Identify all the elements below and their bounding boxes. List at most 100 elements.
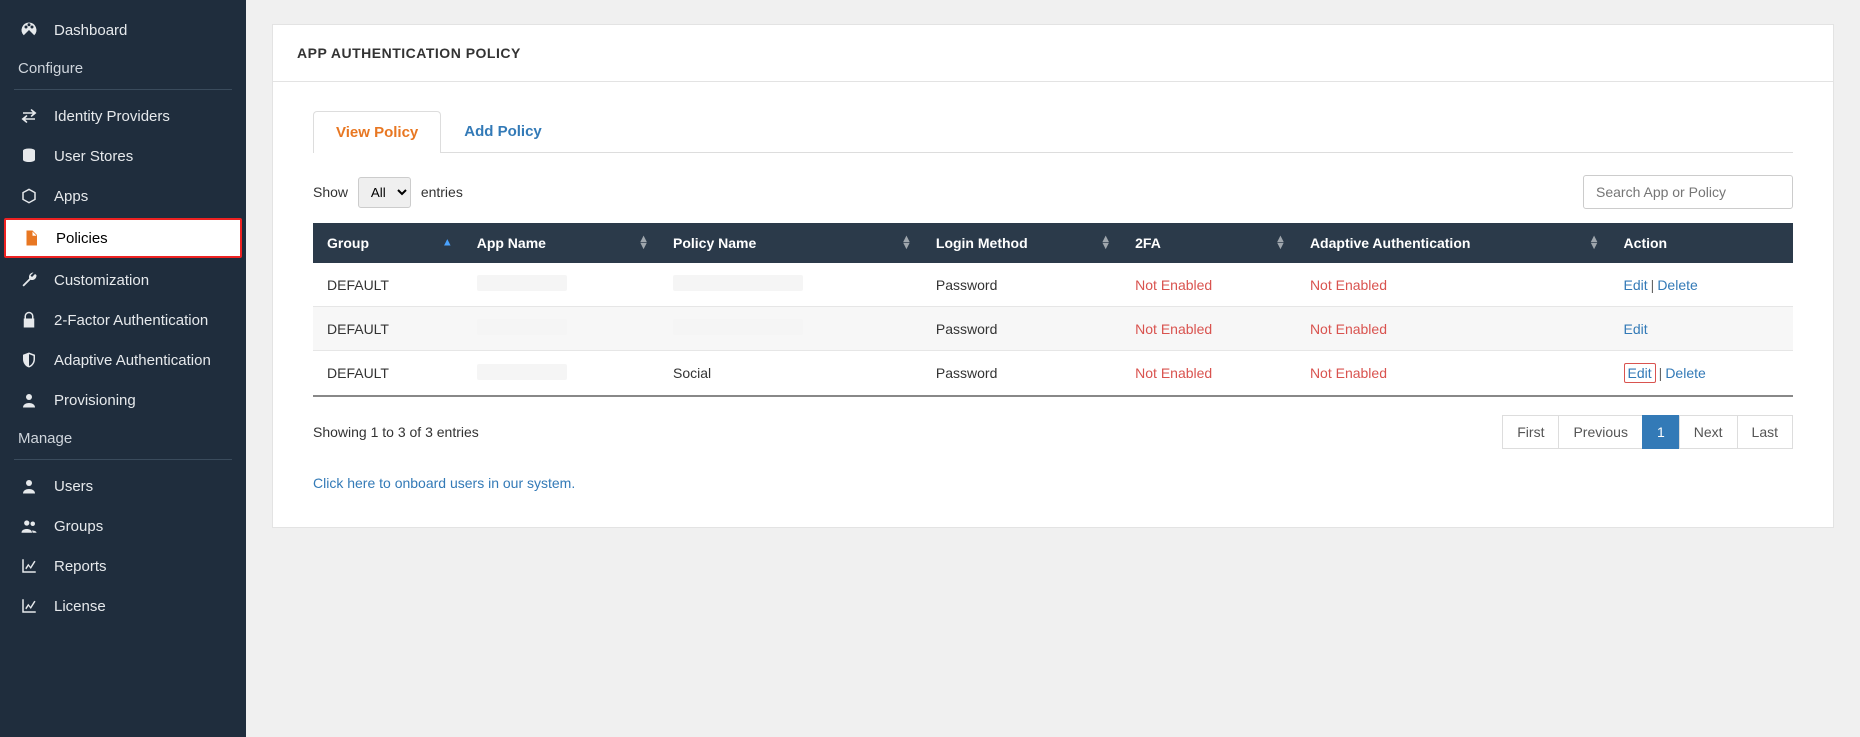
cell-policy-name: Social — [659, 351, 922, 397]
sidebar-item-label: Policies — [56, 230, 108, 247]
sidebar-item-label: Adaptive Authentication — [54, 352, 211, 369]
col-adaptive[interactable]: Adaptive Authentication▲▼ — [1296, 223, 1610, 263]
entries-select[interactable]: All — [358, 177, 411, 208]
sidebar-item-label: Customization — [54, 272, 149, 289]
edit-link[interactable]: Edit — [1628, 365, 1652, 381]
user-icon — [18, 391, 40, 409]
sidebar-item-policies[interactable]: Policies — [4, 218, 242, 258]
sidebar-item-label: License — [54, 598, 106, 615]
dashboard-icon — [18, 21, 40, 39]
sidebar-item-label: Identity Providers — [54, 108, 170, 125]
col-group[interactable]: Group▲ — [313, 223, 463, 263]
onboard-link[interactable]: Click here to onboard users in our syste… — [313, 475, 575, 491]
sidebar-item-reports[interactable]: Reports — [0, 546, 246, 586]
database-icon — [18, 147, 40, 165]
sidebar-item-apps[interactable]: Apps — [0, 176, 246, 216]
sidebar-item-label: 2-Factor Authentication — [54, 312, 208, 329]
cube-icon — [18, 187, 40, 205]
cell-login-method: Password — [922, 351, 1121, 397]
table-row: DEFAULTPasswordNot EnabledNot EnabledEdi… — [313, 263, 1793, 307]
sort-icon: ▲▼ — [638, 236, 649, 250]
sort-icon: ▲▼ — [1100, 236, 1111, 250]
sidebar-item-license[interactable]: License — [0, 586, 246, 626]
sidebar: Dashboard Configure Identity Providers Us… — [0, 0, 246, 737]
tab-add-policy[interactable]: Add Policy — [441, 110, 565, 152]
cell-group: DEFAULT — [313, 263, 463, 307]
policy-table: Group▲ App Name▲▼ Policy Name▲▼ Login Me… — [313, 223, 1793, 397]
sort-icon: ▲▼ — [1275, 236, 1286, 250]
cell-login-method: Password — [922, 263, 1121, 307]
delete-link[interactable]: Delete — [1665, 365, 1705, 381]
wrench-icon — [18, 271, 40, 289]
sort-icon: ▲▼ — [901, 236, 912, 250]
cell-2fa: Not Enabled — [1121, 263, 1296, 307]
search-input[interactable] — [1583, 175, 1793, 209]
swap-icon — [18, 107, 40, 125]
cell-login-method: Password — [922, 307, 1121, 351]
shield-icon — [18, 351, 40, 369]
sidebar-item-label: User Stores — [54, 148, 133, 165]
cell-2fa: Not Enabled — [1121, 351, 1296, 397]
sidebar-item-users[interactable]: Users — [0, 466, 246, 506]
users-icon — [18, 517, 40, 535]
table-info: Showing 1 to 3 of 3 entries — [313, 424, 479, 440]
pager-page-1[interactable]: 1 — [1642, 415, 1680, 449]
sidebar-item-label: Apps — [54, 188, 88, 205]
entries-label: entries — [421, 184, 463, 200]
sidebar-item-user-stores[interactable]: User Stores — [0, 136, 246, 176]
pager-next[interactable]: Next — [1679, 415, 1738, 449]
cell-policy-name — [659, 307, 922, 351]
user-icon — [18, 477, 40, 495]
chart-icon — [18, 597, 40, 615]
sidebar-item-2-factor-authentication[interactable]: 2-Factor Authentication — [0, 300, 246, 340]
sidebar-item-identity-providers[interactable]: Identity Providers — [0, 96, 246, 136]
sidebar-item-label: Dashboard — [54, 22, 127, 39]
col-app-name[interactable]: App Name▲▼ — [463, 223, 659, 263]
sidebar-item-label: Users — [54, 478, 93, 495]
pager-prev[interactable]: Previous — [1558, 415, 1642, 449]
cell-action: Edit|Delete — [1610, 351, 1793, 397]
nav-section-manage: Manage — [0, 420, 246, 453]
page-title: APP AUTHENTICATION POLICY — [273, 25, 1833, 82]
sidebar-item-dashboard[interactable]: Dashboard — [0, 10, 246, 50]
cell-policy-name — [659, 263, 922, 307]
cell-action: Edit|Delete — [1610, 263, 1793, 307]
cell-app-name — [463, 307, 659, 351]
entries-control: Show All entries — [313, 177, 463, 208]
main-content: APP AUTHENTICATION POLICY View Policy Ad… — [246, 0, 1860, 737]
cell-2fa: Not Enabled — [1121, 307, 1296, 351]
col-login-method[interactable]: Login Method▲▼ — [922, 223, 1121, 263]
pager-first[interactable]: First — [1502, 415, 1559, 449]
table-row: DEFAULTPasswordNot EnabledNot EnabledEdi… — [313, 307, 1793, 351]
sidebar-item-provisioning[interactable]: Provisioning — [0, 380, 246, 420]
cell-adaptive: Not Enabled — [1296, 351, 1610, 397]
policy-panel: APP AUTHENTICATION POLICY View Policy Ad… — [272, 24, 1834, 528]
tab-view-policy[interactable]: View Policy — [313, 111, 441, 153]
pager-last[interactable]: Last — [1737, 415, 1793, 449]
sidebar-item-customization[interactable]: Customization — [0, 260, 246, 300]
sidebar-item-label: Groups — [54, 518, 103, 535]
cell-adaptive: Not Enabled — [1296, 307, 1610, 351]
sidebar-item-adaptive-authentication[interactable]: Adaptive Authentication — [0, 340, 246, 380]
table-row: DEFAULTSocialPasswordNot EnabledNot Enab… — [313, 351, 1793, 397]
edit-link[interactable]: Edit — [1624, 321, 1648, 337]
col-action: Action — [1610, 223, 1793, 263]
sort-icon: ▲▼ — [1589, 236, 1600, 250]
pager: First Previous 1 Next Last — [1503, 415, 1793, 449]
cell-app-name — [463, 263, 659, 307]
col-2fa[interactable]: 2FA▲▼ — [1121, 223, 1296, 263]
show-label: Show — [313, 184, 348, 200]
cell-adaptive: Not Enabled — [1296, 263, 1610, 307]
tabs: View Policy Add Policy — [313, 110, 1793, 153]
cell-app-name — [463, 351, 659, 397]
sidebar-item-groups[interactable]: Groups — [0, 506, 246, 546]
divider — [14, 459, 232, 460]
col-policy-name[interactable]: Policy Name▲▼ — [659, 223, 922, 263]
chart-icon — [18, 557, 40, 575]
nav-section-configure: Configure — [0, 50, 246, 83]
highlight-box: Edit — [1624, 363, 1656, 383]
delete-link[interactable]: Delete — [1657, 277, 1697, 293]
cell-group: DEFAULT — [313, 351, 463, 397]
cell-group: DEFAULT — [313, 307, 463, 351]
edit-link[interactable]: Edit — [1624, 277, 1648, 293]
